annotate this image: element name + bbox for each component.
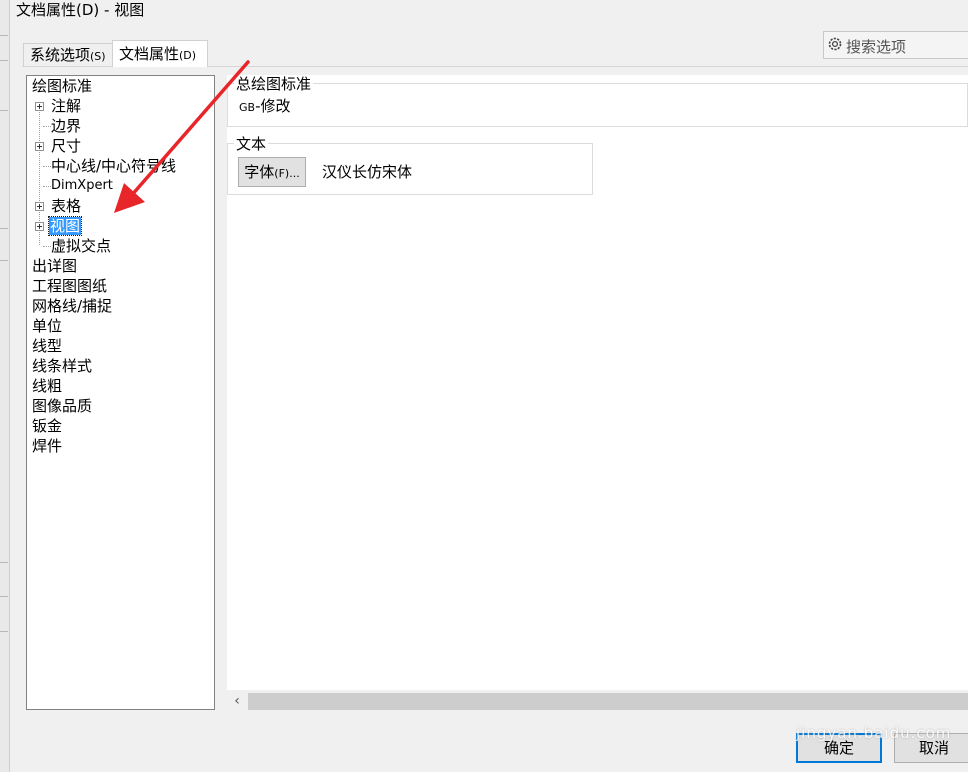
font-button[interactable]: 字体(F)...	[238, 157, 306, 187]
tree-item-dimxpert[interactable]: DimXpert	[51, 176, 113, 196]
search-placeholder: 搜索选项	[846, 38, 907, 56]
tree-item-sheet-metal[interactable]: 钣金	[32, 416, 62, 436]
tree-item-label: 视图	[47, 216, 83, 236]
tab-label: 文档属性	[119, 45, 180, 63]
overall-standard-label: 总绘图标准	[234, 75, 314, 93]
edge-mark	[0, 596, 8, 597]
standard-prefix: GB	[239, 101, 256, 114]
font-button-label: 字体	[244, 163, 275, 181]
tree-expand-icon[interactable]	[35, 102, 44, 111]
tree-item-views-selected[interactable]: 视图	[47, 216, 83, 236]
overall-standard-group	[227, 83, 968, 127]
tree-item-dimensions[interactable]: 尺寸	[51, 136, 81, 156]
tree-item-weldments[interactable]: 焊件	[32, 436, 62, 456]
options-content-area: 总绘图标准 GB-修改 文本 汉仪长仿宋体	[227, 75, 968, 690]
edge-mark	[0, 110, 8, 111]
overall-standard-value: GB-修改	[239, 96, 291, 118]
tree-guide-line	[43, 186, 51, 187]
edge-mark	[0, 562, 8, 563]
tab-accelerator: (S)	[90, 50, 106, 63]
scrollbar-thumb[interactable]	[248, 693, 968, 710]
tree-expand-icon[interactable]	[35, 142, 44, 151]
window-title: 文档属性(D) - 视图	[16, 1, 145, 19]
tree-item-units[interactable]: 单位	[32, 316, 62, 336]
edge-mark	[0, 35, 8, 36]
horizontal-scrollbar[interactable]: ‹	[227, 690, 968, 712]
watermark: jingyan.baidu.com	[796, 724, 952, 742]
tree-item-image-quality[interactable]: 图像品质	[32, 396, 92, 416]
text-group-label: 文本	[234, 135, 269, 153]
tab-label: 系统选项	[30, 46, 91, 64]
tab-accelerator: (D)	[179, 49, 197, 62]
edge-mark	[0, 228, 8, 229]
tab-document-properties[interactable]: 文档属性(D)	[112, 40, 208, 67]
options-tree[interactable]: 绘图标准 注解 边界 尺寸 中心线/中心符号线 DimXpert 表格 视图 虚…	[26, 75, 215, 710]
scroll-left-icon[interactable]: ‹	[227, 690, 247, 712]
tree-expand-icon[interactable]	[35, 202, 44, 211]
font-button-accelerator: (F)...	[274, 167, 300, 180]
tree-item-line-style[interactable]: 线条样式	[32, 356, 92, 376]
edge-mark	[0, 260, 8, 261]
search-options-box[interactable]: 搜索选项	[823, 31, 968, 59]
tree-item-annotations[interactable]: 注解	[51, 96, 81, 116]
edge-mark	[0, 60, 8, 61]
tree-item-line-thickness[interactable]: 线粗	[32, 376, 62, 396]
tab-system-options[interactable]: 系统选项(S)	[23, 43, 113, 66]
tree-item-line-font[interactable]: 线型	[32, 336, 62, 356]
standard-suffix: -修改	[255, 97, 291, 115]
tree-item-grid-snap[interactable]: 网格线/捕捉	[32, 296, 112, 316]
tree-expand-icon[interactable]	[35, 222, 44, 231]
edge-mark	[0, 631, 8, 632]
tree-item-detailing[interactable]: 出详图	[32, 256, 77, 276]
left-window-edge	[0, 0, 10, 772]
tree-item-drawing-sheets[interactable]: 工程图图纸	[32, 276, 107, 296]
tree-item-virtual-sharps[interactable]: 虚拟交点	[51, 236, 111, 256]
tree-guide-line	[43, 246, 51, 247]
tree-guide-line	[43, 166, 51, 167]
tree-guide-line	[43, 126, 51, 127]
tree-item-centerlines[interactable]: 中心线/中心符号线	[51, 156, 176, 176]
tree-item-borders[interactable]: 边界	[51, 116, 81, 136]
gear-icon	[828, 37, 842, 51]
tree-item-tables[interactable]: 表格	[51, 196, 81, 216]
font-name: 汉仪长仿宋体	[322, 163, 413, 181]
tree-item-drawing-standard[interactable]: 绘图标准	[32, 76, 92, 96]
